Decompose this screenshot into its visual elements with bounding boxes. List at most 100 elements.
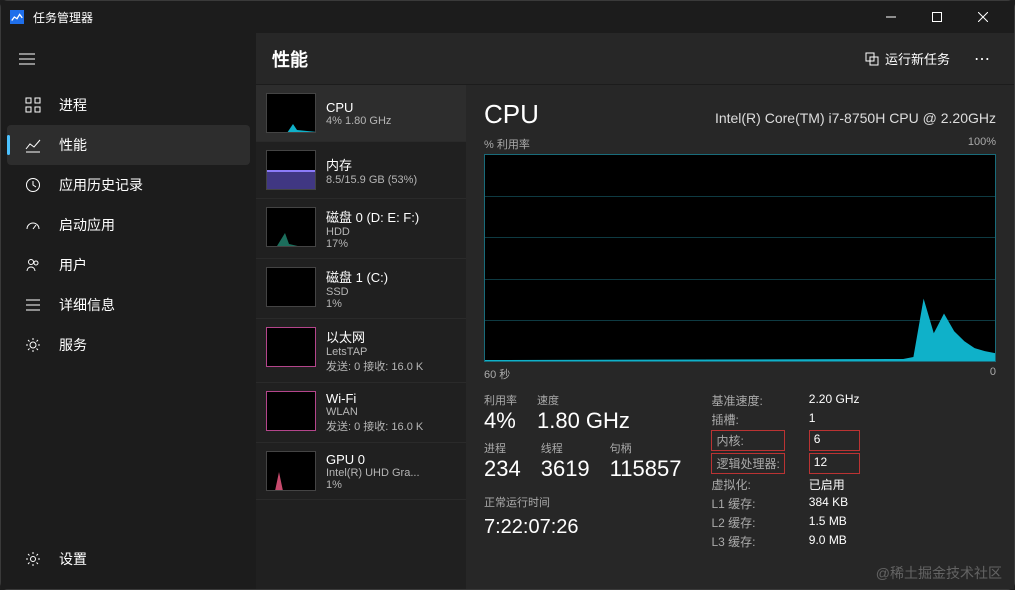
window-title: 任务管理器 [33, 9, 868, 26]
res-title: 磁盘 1 (C:) [326, 267, 388, 286]
label-threads: 线程 [541, 440, 590, 456]
gear-icon [23, 337, 43, 353]
nav-users[interactable]: 用户 [7, 245, 250, 285]
chart-icon [23, 137, 43, 153]
minimize-button[interactable] [868, 1, 914, 33]
label-logical: 逻辑处理器: [711, 453, 784, 474]
value-utilization: 4% [484, 408, 517, 434]
label-sockets: 插槽: [711, 411, 784, 428]
value-logical: 12 [809, 453, 860, 474]
nav-label: 进程 [59, 95, 87, 115]
label-utilization: 利用率 [484, 392, 517, 408]
settings-icon [23, 551, 43, 567]
titlebar[interactable]: 任务管理器 [1, 1, 1014, 33]
chart-ylabel: % 利用率 [484, 136, 530, 152]
wifi-thumb [266, 391, 316, 431]
res-sub: 8.5/15.9 GB (53%) [326, 174, 417, 186]
task-manager-window: 任务管理器 进程 性能 应用历史记录 [0, 0, 1015, 590]
label-l3: L3 缓存: [711, 533, 784, 550]
label-processes: 进程 [484, 440, 521, 456]
value-sockets: 1 [809, 411, 860, 428]
detail-title: CPU [484, 99, 539, 130]
cpu-chart [484, 154, 996, 362]
res-sub2: 发送: 0 接收: 16.0 K [326, 358, 423, 374]
value-base-speed: 2.20 GHz [809, 392, 860, 409]
resource-disk0[interactable]: 磁盘 0 (D: E: F:)HDD17% [256, 199, 466, 259]
resource-list[interactable]: CPU4% 1.80 GHz 内存8.5/15.9 GB (53%) 磁盘 0 … [256, 85, 466, 589]
resource-gpu0[interactable]: GPU 0Intel(R) UHD Gra...1% [256, 443, 466, 500]
nav-label: 用户 [59, 255, 87, 275]
gpu0-thumb [266, 451, 316, 491]
resource-disk1[interactable]: 磁盘 1 (C:)SSD1% [256, 259, 466, 319]
res-title: Wi-Fi [326, 391, 423, 406]
nav-label: 性能 [59, 135, 87, 155]
res-sub2: 发送: 0 接收: 16.0 K [326, 418, 423, 434]
res-sub: Intel(R) UHD Gra... [326, 467, 420, 479]
res-sub: 4% 1.80 GHz [326, 115, 391, 127]
disk0-thumb [266, 207, 316, 247]
label-l1: L1 缓存: [711, 495, 784, 512]
label-handles: 句柄 [610, 440, 682, 456]
resource-memory[interactable]: 内存8.5/15.9 GB (53%) [256, 142, 466, 199]
gauge-icon [23, 217, 43, 233]
res-sub: SSD [326, 286, 388, 298]
value-processes: 234 [484, 456, 521, 482]
value-threads: 3619 [541, 456, 590, 482]
disk1-thumb [266, 267, 316, 307]
more-icon: ⋯ [974, 49, 990, 69]
mem-thumb [266, 150, 316, 190]
nav-processes[interactable]: 进程 [7, 85, 250, 125]
main-panel: 性能 运行新任务 ⋯ CPU4% 1.80 GHz [256, 33, 1014, 589]
chart-xmin: 0 [990, 366, 996, 382]
res-title: 以太网 [326, 327, 423, 346]
nav-label: 设置 [59, 549, 87, 569]
nav-label: 启动应用 [59, 215, 115, 235]
nav-performance[interactable]: 性能 [7, 125, 250, 165]
cpu-detail: CPU Intel(R) Core(TM) i7-8750H CPU @ 2.2… [466, 85, 1014, 589]
run-new-task-button[interactable]: 运行新任务 [857, 45, 958, 72]
stats: 利用率4% 速度1.80 GHz 进程234 线程3619 句柄115857 正… [484, 392, 996, 550]
run-task-label: 运行新任务 [885, 49, 950, 68]
nav-services[interactable]: 服务 [7, 325, 250, 365]
resource-cpu[interactable]: CPU4% 1.80 GHz [256, 85, 466, 142]
res-sub: HDD [326, 226, 419, 238]
res-title: CPU [326, 100, 391, 115]
close-button[interactable] [960, 1, 1006, 33]
hamburger-button[interactable] [1, 41, 256, 77]
chart-ymax: 100% [968, 136, 996, 152]
value-l2: 1.5 MB [809, 514, 860, 531]
resource-wifi[interactable]: Wi-FiWLAN发送: 0 接收: 16.0 K [256, 383, 466, 443]
nav: 进程 性能 应用历史记录 启动应用 用户 [1, 77, 256, 539]
more-button[interactable]: ⋯ [966, 43, 998, 75]
run-task-icon [865, 52, 879, 66]
res-sub: LetsTAP [326, 346, 423, 358]
grid-icon [23, 97, 43, 113]
value-uptime: 7:22:07:26 [484, 516, 681, 539]
nav-settings[interactable]: 设置 [7, 539, 250, 579]
label-speed: 速度 [537, 392, 630, 408]
cpu-model: Intel(R) Core(TM) i7-8750H CPU @ 2.20GHz [715, 110, 996, 126]
res-sub2: 1% [326, 298, 388, 310]
page-title: 性能 [272, 46, 857, 72]
resource-ethernet[interactable]: 以太网LetsTAP发送: 0 接收: 16.0 K [256, 319, 466, 383]
nav-label: 应用历史记录 [59, 175, 143, 195]
cpu-thumb [266, 93, 316, 133]
label-virtualization: 虚拟化: [711, 476, 784, 493]
value-handles: 115857 [610, 456, 682, 482]
list-icon [23, 297, 43, 313]
app-icon [9, 9, 25, 25]
res-sub2: 1% [326, 479, 420, 491]
nav-label: 详细信息 [59, 295, 115, 315]
nav-app-history[interactable]: 应用历史记录 [7, 165, 250, 205]
history-icon [23, 177, 43, 193]
label-base-speed: 基准速度: [711, 392, 784, 409]
page-header: 性能 运行新任务 ⋯ [256, 33, 1014, 85]
watermark: @稀土掘金技术社区 [876, 563, 1002, 583]
nav-startup[interactable]: 启动应用 [7, 205, 250, 245]
chart-xmax: 60 秒 [484, 366, 510, 382]
value-speed: 1.80 GHz [537, 408, 630, 434]
nav-details[interactable]: 详细信息 [7, 285, 250, 325]
value-l1: 384 KB [809, 495, 860, 512]
res-sub2: 17% [326, 238, 419, 250]
maximize-button[interactable] [914, 1, 960, 33]
